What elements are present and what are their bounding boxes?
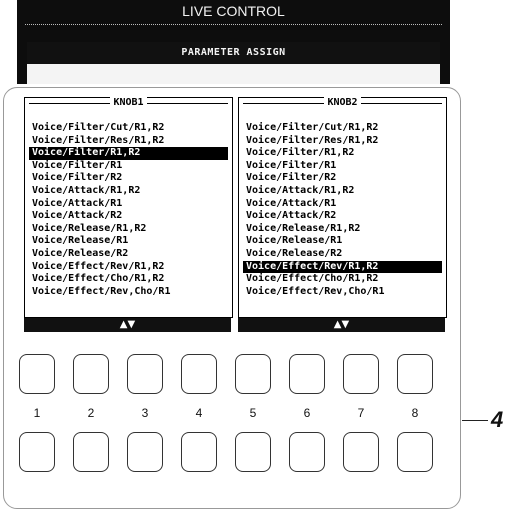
button-number-label: 6 xyxy=(303,406,311,420)
upper-button-2[interactable] xyxy=(73,354,109,394)
button-number-label: 4 xyxy=(195,406,203,420)
knob2-title: KNOB2 xyxy=(239,97,446,109)
parameter-assign-header: PARAMETER ASSIGN xyxy=(27,42,440,64)
lower-button-4[interactable] xyxy=(181,432,217,472)
title-divider xyxy=(25,24,442,25)
button-number-label: 3 xyxy=(141,406,149,420)
button-number-label: 5 xyxy=(249,406,257,420)
screen-title: LIVE CONTROL xyxy=(182,3,285,19)
lower-button-5[interactable] xyxy=(235,432,271,472)
upper-button-8[interactable] xyxy=(397,354,433,394)
lower-button-7[interactable] xyxy=(343,432,379,472)
knob1-list-item[interactable]: Voice/Attack/R2 xyxy=(29,210,228,223)
lower-button-1[interactable] xyxy=(19,432,55,472)
knob2-list-item[interactable]: Voice/Effect/Rev,Cho/R1 xyxy=(243,286,442,299)
knob2-list-item[interactable]: Voice/Filter/R1,R2 xyxy=(243,147,442,160)
knob1-list-item[interactable]: Voice/Effect/Rev,Cho/R1 xyxy=(29,286,228,299)
knob1-list-item[interactable]: Voice/Effect/Rev/R1,R2 xyxy=(29,261,228,274)
lcd-screen: LIVE CONTROL PARAMETER ASSIGN xyxy=(17,0,450,84)
knob1-title: KNOB1 xyxy=(25,97,232,109)
knob2-list-item[interactable]: Voice/Filter/Res/R1,R2 xyxy=(243,135,442,148)
knob2-panel: KNOB2 Voice/Filter/Cut/R1,R2 Voice/Filter… xyxy=(238,97,447,318)
lower-button-2[interactable] xyxy=(73,432,109,472)
knob1-list-item[interactable]: Voice/Filter/Cut/R1,R2 xyxy=(29,122,228,135)
upper-button-4[interactable] xyxy=(181,354,217,394)
knob2-list-item[interactable]: Voice/Attack/R1 xyxy=(243,198,442,211)
knob2-scroll-button[interactable]: ▲▼ xyxy=(238,318,445,332)
upper-button-3[interactable] xyxy=(127,354,163,394)
knob2-title-label: KNOB2 xyxy=(324,97,361,108)
button-number-label: 7 xyxy=(357,406,365,420)
knob1-list-item[interactable]: Voice/Release/R1,R2 xyxy=(29,223,228,236)
knob2-list-item[interactable]: Voice/Effect/Rev/R1,R2 xyxy=(243,260,442,274)
knob2-list-item[interactable]: Voice/Attack/R2 xyxy=(243,210,442,223)
knob2-list-item[interactable]: Voice/Attack/R1,R2 xyxy=(243,185,442,198)
knob1-list-item[interactable]: Voice/Filter/R1,R2 xyxy=(29,147,228,160)
knob1-list-item[interactable]: Voice/Filter/R2 xyxy=(29,172,228,185)
parameter-assign-panel: PARAMETER ASSIGN xyxy=(27,42,440,84)
knob2-list-item[interactable]: Voice/Filter/Cut/R1,R2 xyxy=(243,122,442,135)
button-number-label: 1 xyxy=(33,406,41,420)
knob1-list-item[interactable]: Voice/Filter/R1 xyxy=(29,160,228,173)
knob1-title-label: KNOB1 xyxy=(110,97,147,108)
knob1-scroll-button[interactable]: ▲▼ xyxy=(24,318,231,332)
callout-number: 4 xyxy=(491,407,504,432)
knob1-list-item[interactable]: Voice/Attack/R1,R2 xyxy=(29,185,228,198)
lower-button-8[interactable] xyxy=(397,432,433,472)
upper-button-1[interactable] xyxy=(19,354,55,394)
knob1-panel: KNOB1 Voice/Filter/Cut/R1,R2 Voice/Filter… xyxy=(24,97,233,318)
knob2-list-item[interactable]: Voice/Filter/R2 xyxy=(243,172,442,185)
button-number-label: 2 xyxy=(87,406,95,420)
callout-line xyxy=(462,420,488,421)
knob2-list-item[interactable]: Voice/Filter/R1 xyxy=(243,160,442,173)
upper-button-7[interactable] xyxy=(343,354,379,394)
knob1-list: Voice/Filter/Cut/R1,R2 Voice/Filter/Res/R… xyxy=(29,122,228,298)
knob1-list-item[interactable]: Voice/Release/R2 xyxy=(29,248,228,261)
upper-button-6[interactable] xyxy=(289,354,325,394)
knob2-list-item[interactable]: Voice/Release/R1 xyxy=(243,235,442,248)
knob2-list-item[interactable]: Voice/Effect/Cho/R1,R2 xyxy=(243,273,442,286)
knob1-list-item[interactable]: Voice/Release/R1 xyxy=(29,235,228,248)
knob1-list-item[interactable]: Voice/Attack/R1 xyxy=(29,198,228,211)
knob2-list-item[interactable]: Voice/Release/R1,R2 xyxy=(243,223,442,236)
upper-button-5[interactable] xyxy=(235,354,271,394)
knob1-list-item[interactable]: Voice/Filter/Res/R1,R2 xyxy=(29,135,228,148)
knob2-list: Voice/Filter/Cut/R1,R2 Voice/Filter/Res/R… xyxy=(243,122,442,298)
lower-button-3[interactable] xyxy=(127,432,163,472)
lower-button-6[interactable] xyxy=(289,432,325,472)
knob1-list-item[interactable]: Voice/Effect/Cho/R1,R2 xyxy=(29,273,228,286)
button-number-label: 8 xyxy=(411,406,419,420)
knob2-list-item[interactable]: Voice/Release/R2 xyxy=(243,248,442,261)
